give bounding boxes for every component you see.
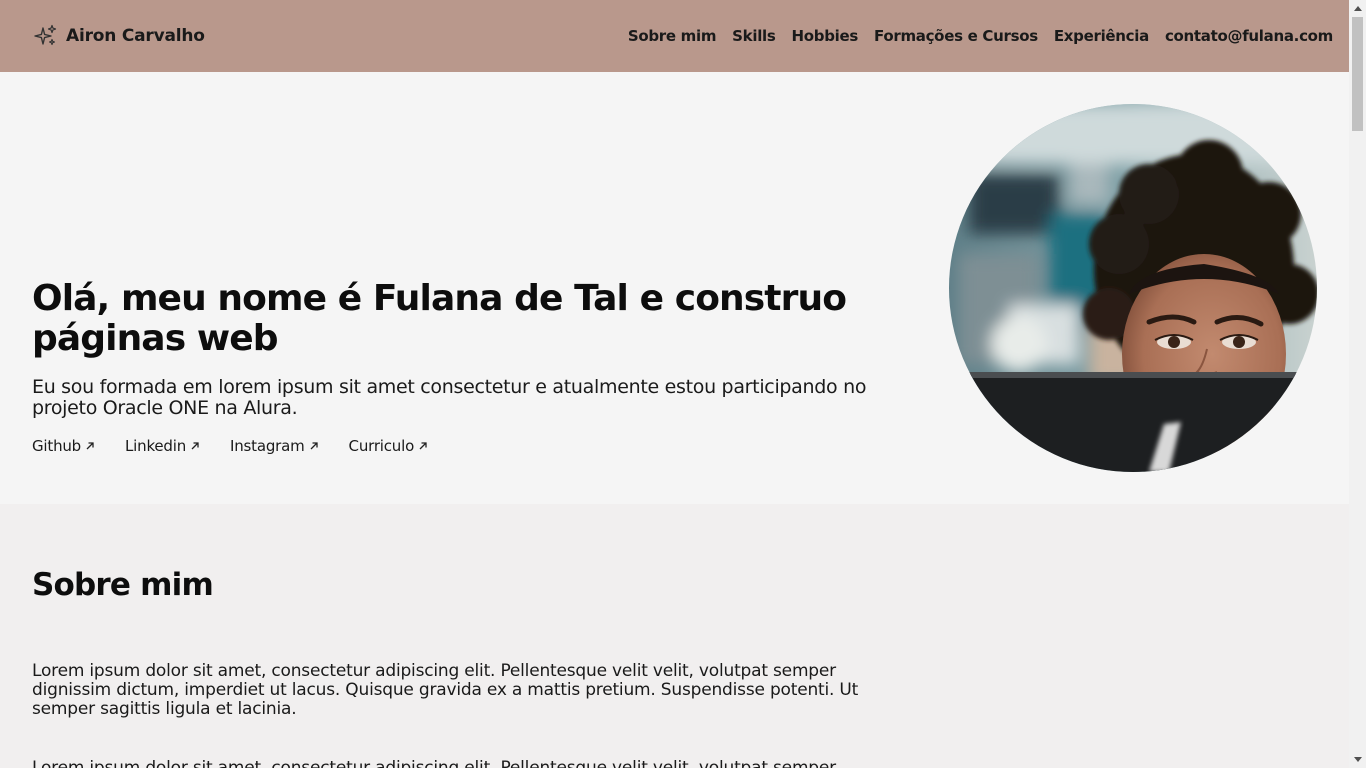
main-nav: Sobre mim Skills Hobbies Formações e Cur… bbox=[628, 27, 1333, 45]
about-paragraph: Lorem ipsum dolor sit amet, consectetur … bbox=[32, 758, 836, 768]
nav-link-sobre-mim[interactable]: Sobre mim bbox=[628, 27, 717, 45]
scroll-up-arrow-icon[interactable] bbox=[1349, 0, 1366, 17]
nav-link-contact-email[interactable]: contato@fulana.com bbox=[1165, 27, 1333, 45]
nav-link-skills[interactable]: Skills bbox=[732, 27, 776, 45]
social-links: Github Linkedin Instagram Curriculo bbox=[32, 437, 932, 455]
arrow-up-right-icon bbox=[86, 442, 94, 450]
github-link[interactable]: Github bbox=[32, 437, 95, 455]
about-paragraph: Lorem ipsum dolor sit amet, consectetur … bbox=[32, 661, 859, 719]
scrollbar-thumb[interactable] bbox=[1352, 17, 1363, 131]
site-header: Airon Carvalho Sobre mim Skills Hobbies … bbox=[0, 0, 1349, 72]
sparkles-icon bbox=[34, 24, 57, 46]
curriculo-link[interactable]: Curriculo bbox=[349, 437, 429, 455]
page: Airon Carvalho Sobre mim Skills Hobbies … bbox=[0, 0, 1349, 768]
arrow-up-right-icon bbox=[191, 442, 199, 450]
arrow-up-right-icon bbox=[419, 442, 427, 450]
linkedin-link-label: Linkedin bbox=[125, 437, 187, 455]
linkedin-link[interactable]: Linkedin bbox=[125, 437, 200, 455]
instagram-link[interactable]: Instagram bbox=[230, 437, 319, 455]
scroll-down-arrow-icon[interactable] bbox=[1349, 751, 1366, 768]
about-section: Sobre mim Lorem ipsum dolor sit amet, co… bbox=[0, 504, 1349, 768]
arrow-up-right-icon bbox=[310, 442, 318, 450]
nav-link-hobbies[interactable]: Hobbies bbox=[792, 27, 859, 45]
hero-description: Eu sou formada em lorem ipsum sit amet c… bbox=[32, 376, 867, 419]
about-title: Sobre mim bbox=[32, 567, 214, 603]
github-link-label: Github bbox=[32, 437, 82, 455]
brand-name: Airon Carvalho bbox=[66, 26, 205, 46]
brand-logo-link[interactable]: Airon Carvalho bbox=[34, 24, 205, 48]
instagram-link-label: Instagram bbox=[230, 437, 305, 455]
nav-link-experiencia[interactable]: Experiência bbox=[1054, 27, 1149, 45]
hero-section: Olá, meu nome é Fulana de Tal e construo… bbox=[0, 72, 1349, 504]
hero-text: Olá, meu nome é Fulana de Tal e construo… bbox=[32, 278, 932, 456]
vertical-scrollbar[interactable] bbox=[1349, 0, 1366, 768]
hero-title: Olá, meu nome é Fulana de Tal e construo… bbox=[32, 278, 847, 359]
profile-photo bbox=[949, 104, 1317, 472]
curriculo-link-label: Curriculo bbox=[348, 437, 415, 455]
nav-link-formacoes-cursos[interactable]: Formações e Cursos bbox=[874, 27, 1038, 45]
